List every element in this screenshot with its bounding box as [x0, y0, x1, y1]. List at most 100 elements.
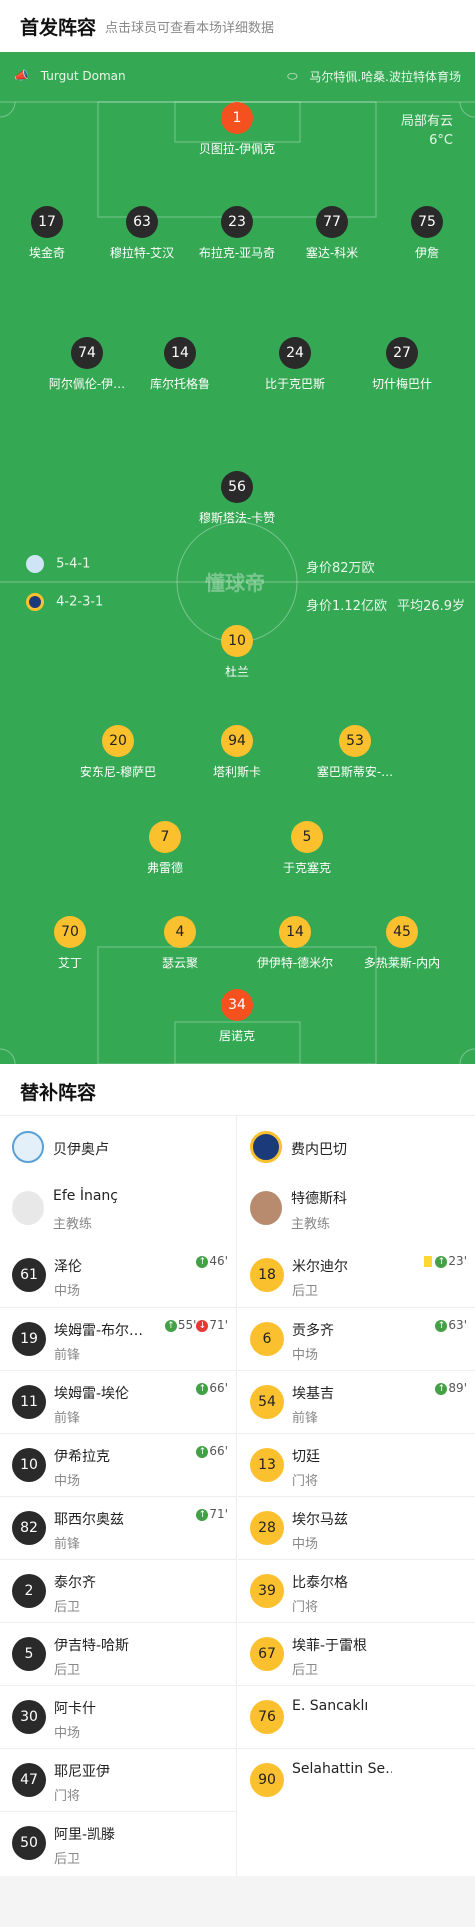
home-short-name: Turgut Doman	[40, 68, 126, 83]
away-player[interactable]: 70 艾丁	[10, 916, 130, 971]
away-player[interactable]: 34 居诺克	[177, 989, 297, 1044]
home-player[interactable]: 1 贝图拉-伊佩克	[177, 102, 297, 157]
player-name: 塞巴斯蒂安-…	[316, 765, 394, 779]
lineup-header: 首发阵容 点击球员可查看本场详细数据	[0, 0, 475, 52]
sub-player-number: 61	[12, 1258, 46, 1292]
player-name: 安东尼-穆萨巴	[79, 765, 157, 779]
sub-player-name: 埃尔马兹	[292, 1512, 348, 1528]
sub-player-number: 6	[250, 1322, 284, 1356]
away-player[interactable]: 5 于克塞克	[247, 821, 367, 876]
away-player[interactable]: 94 塔利斯卡	[177, 725, 297, 780]
sub-player-row[interactable]: 28 埃尔马兹中场	[238, 1496, 475, 1559]
away-player[interactable]: 45 多热莱斯-内内	[342, 916, 462, 971]
away-player[interactable]: 14 伊伊特-德米尔	[235, 916, 355, 971]
sub-player-number: 28	[250, 1511, 284, 1545]
home-subs-list: 61 泽伦 中场 ↑ 46' 19 埃姆雷-布尔… 前锋 ↑ 55' ↓ 71' 11 埃姆雷-埃伦 前锋 ↑…	[0, 1244, 236, 1874]
sub-player-row[interactable]: 6 贡多齐 中场 ↑ 63'	[238, 1307, 475, 1370]
sub-player-position: 中场	[54, 1284, 81, 1299]
away-player[interactable]: 7 弗雷德	[105, 821, 225, 876]
sub-player-position: 中场	[54, 1726, 81, 1741]
away-team-logo	[26, 593, 44, 611]
home-player[interactable]: 75 伊詹	[367, 206, 475, 261]
home-player[interactable]: 27 切什梅巴什	[342, 337, 462, 392]
player-number: 10	[221, 625, 253, 657]
home-team-head[interactable]: 贝伊奥卢	[0, 1116, 236, 1176]
sub-player-row[interactable]: 2 泰尔齐 后卫	[0, 1559, 236, 1622]
player-number: 7	[149, 821, 181, 853]
sub-player-row[interactable]: 19 埃姆雷-布尔… 前锋 ↑ 55' ↓ 71'	[0, 1307, 236, 1370]
sub-player-position: 后卫	[54, 1600, 81, 1615]
sub-player-name: 比泰尔格	[292, 1575, 348, 1591]
player-number: 17	[31, 206, 63, 238]
player-name: 弗雷德	[146, 861, 183, 875]
sub-player-row[interactable]: 39 比泰尔格 门将	[238, 1559, 475, 1622]
stadium-icon: ⬭	[287, 69, 298, 83]
sub-player-position: 后卫	[292, 1663, 319, 1678]
home-player[interactable]: 56 穆斯塔法-卡赞	[177, 471, 297, 526]
home-player[interactable]: 24 比于克巴斯	[235, 337, 355, 392]
sub-player-row[interactable]: 61 泽伦中场 ↑ 46'	[0, 1244, 236, 1307]
player-name: 贝图拉-伊佩克	[198, 142, 276, 156]
away-coach[interactable]: 特德斯科 主教练	[238, 1176, 475, 1244]
sub-out-icon: ↓	[196, 1319, 209, 1332]
sub-in-minute: 23'	[448, 1254, 467, 1268]
sub-player-row[interactable]: 76 E. Sancaklı	[238, 1685, 475, 1748]
home-player[interactable]: 14 库尔托格鲁	[120, 337, 240, 392]
sub-player-row[interactable]: 18 米尔迪尔 后卫 ↑ 23'	[238, 1244, 475, 1307]
sub-player-row[interactable]: 54 埃基吉 前锋 ↑ 89'	[238, 1370, 475, 1433]
sub-player-row[interactable]: 47 耶尼亚伊 门将	[0, 1748, 236, 1811]
sub-in-minute: 46'	[209, 1254, 228, 1268]
sub-in-icon: ↑	[164, 1319, 177, 1332]
sub-player-name: 泽伦	[54, 1259, 82, 1275]
sub-player-number: 76	[250, 1700, 284, 1734]
sub-player-name: E. Sancaklı	[292, 1698, 369, 1714]
home-club-logo	[12, 1131, 44, 1163]
away-player[interactable]: 20 安东尼-穆萨巴	[58, 725, 178, 780]
away-player[interactable]: 10 杜兰	[177, 625, 297, 680]
home-coach-name: Efe İnanç	[53, 1188, 118, 1204]
sub-in-icon: ↑	[196, 1255, 209, 1268]
home-formation-text: 5-4-1	[56, 556, 91, 572]
subs-header: 替补阵容	[0, 1064, 475, 1116]
pitch: 📣 Turgut Doman ⬭ 马尔特佩.哈桑.波拉特体育场 局部有云 6°C…	[0, 52, 475, 1064]
sub-player-number: 2	[12, 1574, 46, 1608]
player-number: 56	[221, 471, 253, 503]
player-number: 23	[221, 206, 253, 238]
stadium-name: 马尔特佩.哈桑.波拉特体育场	[309, 70, 461, 84]
home-coach[interactable]: Efe İnanç 主教练	[0, 1176, 236, 1244]
home-venue-label: 📣 Turgut Doman	[14, 68, 126, 83]
player-name: 伊詹	[414, 246, 439, 260]
player-name: 塔利斯卡	[212, 765, 261, 779]
whistle-icon: 📣	[14, 68, 29, 83]
stadium-label: ⬭ 马尔特佩.哈桑.波拉特体育场	[287, 68, 461, 85]
sub-player-row[interactable]: 90 Selahattin Se…	[238, 1748, 475, 1811]
sub-player-row[interactable]: 5 伊吉特-哈斯 后卫	[0, 1622, 236, 1685]
sub-events: ↑ 71'	[196, 1507, 228, 1521]
player-number: 14	[164, 337, 196, 369]
away-player[interactable]: 4 瑟云聚	[120, 916, 240, 971]
sub-player-row[interactable]: 30 阿卡什 中场	[0, 1685, 236, 1748]
weather-info: 局部有云 6°C	[401, 112, 453, 150]
sub-player-position: 后卫	[292, 1284, 319, 1299]
sub-player-position: 中场	[54, 1474, 81, 1489]
sub-player-row[interactable]: 11 埃姆雷-埃伦 前锋 ↑ 66'	[0, 1370, 236, 1433]
player-number: 70	[54, 916, 86, 948]
sub-player-name: 阿卡什	[54, 1701, 96, 1717]
footer-spacer	[0, 1876, 475, 1927]
sub-player-row[interactable]: 13 切廷 门将	[238, 1433, 475, 1496]
sub-player-row[interactable]: 10 伊希拉克 中场 ↑ 66'	[0, 1433, 236, 1496]
sub-in-minute: 89'	[448, 1381, 467, 1395]
away-player[interactable]: 53 塞巴斯蒂安-…	[295, 725, 415, 780]
player-number: 5	[291, 821, 323, 853]
sub-in-minute: 63'	[448, 1318, 467, 1332]
sub-player-position: 中场	[292, 1537, 319, 1552]
player-name: 比于克巴斯	[264, 377, 325, 391]
sub-player-row[interactable]: 50 阿里-凯滕 后卫	[0, 1811, 236, 1874]
sub-player-row[interactable]: 67 埃菲-于雷根 后卫	[238, 1622, 475, 1685]
yellow-card-icon	[424, 1256, 433, 1267]
sub-player-row[interactable]: 82 耶西尔奥兹 前锋 ↑ 71'	[0, 1496, 236, 1559]
lineup-subtitle: 点击球员可查看本场详细数据	[105, 21, 275, 36]
sub-in-minute: 66'	[209, 1444, 228, 1458]
away-team-head[interactable]: 费内巴切	[238, 1116, 475, 1176]
sub-player-number: 67	[250, 1637, 284, 1671]
